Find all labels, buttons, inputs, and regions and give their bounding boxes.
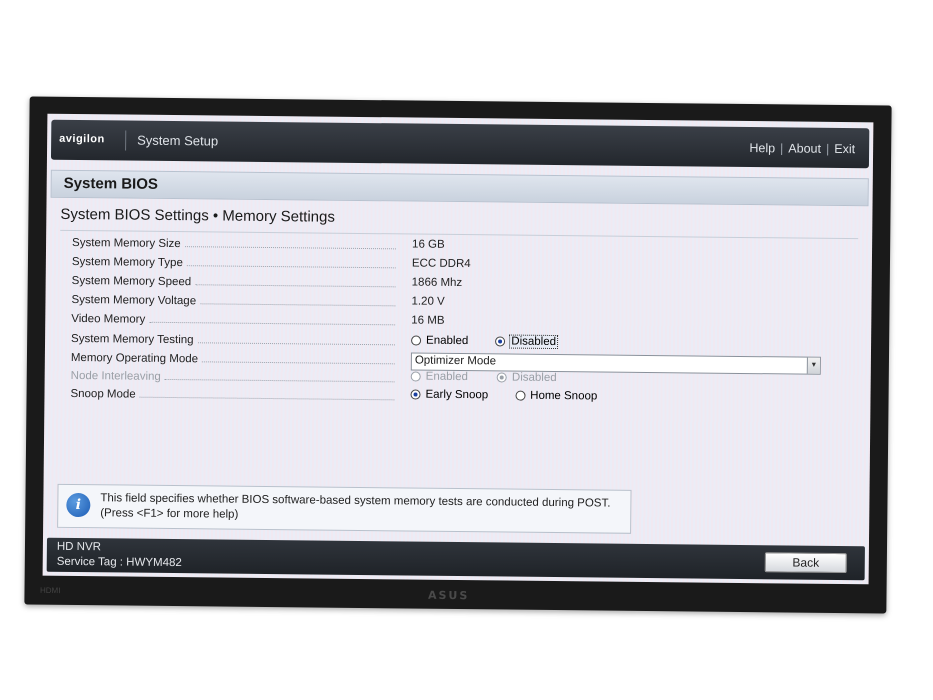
memory-testing-radio-group: Enabled Disabled — [411, 334, 559, 350]
help-link[interactable]: Help — [749, 141, 775, 155]
dot-leader — [195, 283, 396, 287]
top-links: Help | About | Exit — [749, 141, 855, 156]
memory-type-value: ECC DDR4 — [411, 257, 471, 271]
service-tag: Service Tag : HWYM482 — [56, 555, 182, 570]
memory-speed-value: 1866 Mhz — [411, 276, 463, 290]
monitor-port-label: HDMI — [39, 585, 61, 596]
monitor-brand-logo: ASUS — [427, 588, 470, 603]
home-snoop-radio[interactable]: Home Snoop — [515, 390, 598, 403]
snoop-mode-radio-group: Early Snoop Home Snoop — [410, 389, 598, 403]
bios-screen: avigilon System Setup Help | About | Exit Sy… — [42, 113, 874, 585]
memory-voltage-value: 1.20 V — [411, 295, 445, 308]
dot-leader — [139, 396, 395, 400]
link-separator: | — [780, 141, 784, 156]
system-name: HD NVR — [56, 540, 102, 554]
setting-label: System Memory Speed — [71, 274, 192, 289]
node-interleaving-disabled-radio: Disabled — [496, 371, 558, 384]
dot-leader — [164, 378, 395, 382]
footer-bar: HD NVR Service Tag : HWYM482 Back — [46, 537, 865, 581]
memory-testing-enabled-radio[interactable]: Enabled — [411, 335, 469, 348]
back-button[interactable]: Back — [764, 552, 847, 574]
setting-label: System Memory Type — [71, 255, 183, 270]
memory-testing-disabled-radio[interactable]: Disabled — [495, 334, 559, 350]
dropdown-selected-value: Optimizer Mode — [414, 354, 497, 368]
node-interleaving-radio-group: Enabled Disabled — [410, 371, 558, 385]
dot-leader — [200, 302, 396, 306]
link-separator: | — [825, 141, 830, 156]
page-title: System BIOS Settings • Memory Settings — [60, 205, 335, 226]
setting-label: Snoop Mode — [70, 387, 136, 401]
early-snoop-radio[interactable]: Early Snoop — [410, 389, 489, 402]
radio-checked-icon — [495, 336, 506, 347]
radio-circle-icon — [410, 371, 421, 382]
radio-checked-icon — [410, 389, 421, 400]
dot-leader — [202, 360, 395, 364]
help-panel: i This field specifies whether BIOS soft… — [57, 483, 632, 534]
dot-leader — [197, 341, 396, 345]
about-link[interactable]: About — [788, 141, 821, 155]
brand-divider — [125, 130, 127, 151]
info-icon: i — [66, 492, 91, 518]
app-title: System Setup — [137, 132, 219, 149]
dot-leader — [186, 264, 396, 268]
top-bar: avigilon System Setup Help | About | Exit — [50, 119, 870, 169]
brand-logo: avigilon — [59, 132, 105, 146]
chevron-down-icon[interactable]: ▼ — [806, 357, 820, 374]
radio-circle-icon — [515, 390, 526, 401]
dot-leader — [184, 245, 397, 249]
video-memory-value: 16 MB — [411, 314, 445, 327]
setting-label: Memory Operating Mode — [70, 351, 199, 366]
help-text: This field specifies whether BIOS softwa… — [100, 492, 611, 521]
section-title: System BIOS — [63, 174, 159, 193]
section-header: System BIOS — [50, 169, 869, 207]
setting-label: System Memory Size — [72, 236, 181, 251]
setting-label: Node Interleaving — [70, 369, 161, 383]
dot-leader — [149, 321, 396, 325]
setting-label: System Memory Voltage — [71, 293, 197, 308]
radio-circle-icon — [411, 335, 422, 346]
exit-link[interactable]: Exit — [834, 142, 855, 156]
memory-size-value: 16 GB — [412, 238, 445, 251]
radio-checked-icon — [496, 372, 507, 383]
setting-label: Video Memory — [71, 312, 146, 326]
setting-label: System Memory Testing — [71, 332, 194, 347]
node-interleaving-enabled-radio: Enabled — [410, 371, 469, 384]
